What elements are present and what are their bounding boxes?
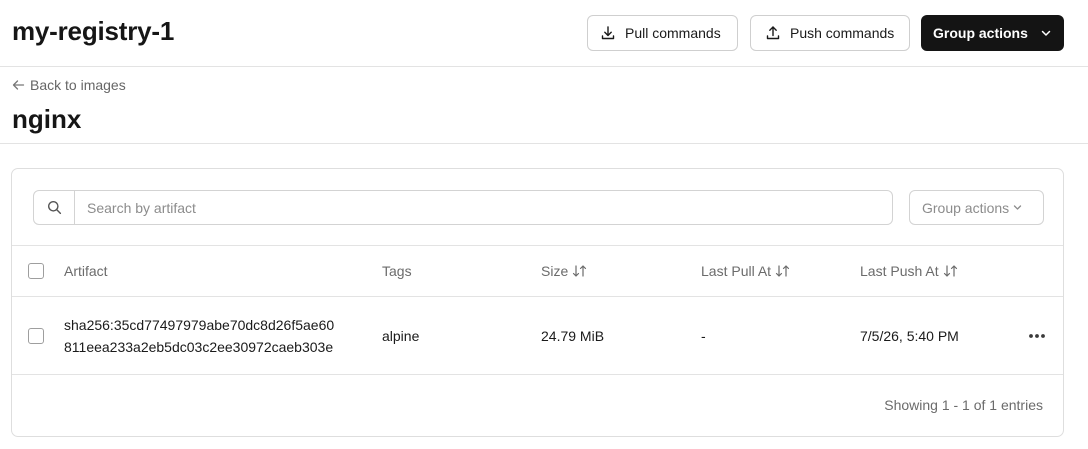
table-header: Artifact Tags Size Last Pull At Last Pus…	[12, 245, 1063, 297]
artifacts-card: Group actions Artifact Tags Size Last Pu…	[11, 168, 1064, 437]
back-to-images-link[interactable]: Back to images	[12, 77, 126, 93]
image-title: nginx	[12, 104, 82, 134]
back-link-label: Back to images	[30, 77, 126, 93]
sort-icon	[942, 264, 959, 278]
row-select-cell	[28, 297, 44, 374]
pull-commands-label: Pull commands	[625, 25, 721, 41]
more-horizontal-icon	[1028, 333, 1046, 339]
artifact-digest-line-2: 811eea233a2eb5dc03c2ee30972caeb303e	[64, 338, 334, 355]
select-all-cell	[28, 246, 44, 296]
arrow-left-icon	[12, 79, 25, 91]
row-checkbox[interactable]	[28, 327, 44, 344]
push-commands-button[interactable]: Push commands	[750, 15, 910, 51]
pull-commands-button[interactable]: Pull commands	[587, 15, 738, 51]
column-header-tags: Tags	[382, 263, 412, 279]
artifact-digest-line-1: sha256:35cd77497979abe70dc8d26f5ae60	[64, 316, 335, 333]
artifact-digest[interactable]: sha256:35cd77497979abe70dc8d26f5ae60 811…	[64, 314, 334, 358]
upload-icon	[765, 25, 781, 41]
column-header-last-pull-label: Last Pull At	[701, 263, 772, 279]
search-icon	[34, 191, 75, 224]
sort-icon	[571, 264, 588, 278]
header-divider	[0, 143, 1088, 144]
chevron-down-icon	[1040, 27, 1052, 39]
size-cell: 24.79 MiB	[541, 327, 605, 344]
last-push-cell: 7/5/26, 5:40 PM	[860, 327, 959, 344]
search-input[interactable]	[75, 191, 892, 224]
sort-icon	[774, 264, 791, 278]
artifact-cell: sha256:35cd77497979abe70dc8d26f5ae60 811…	[64, 297, 334, 374]
column-header-size[interactable]: Size	[541, 246, 588, 296]
column-header-size-label: Size	[541, 263, 569, 279]
column-header-last-push-label: Last Push At	[860, 263, 939, 279]
page-header: my-registry-1 Pull commands Push command…	[0, 0, 1088, 67]
column-header-artifact: Artifact	[64, 263, 108, 279]
column-header-last-push-at[interactable]: Last Push At	[860, 246, 959, 296]
group-actions-label: Group actions	[933, 25, 1028, 41]
tags-cell: alpine	[382, 327, 420, 344]
last-pull-cell: -	[701, 327, 706, 344]
group-actions-dropdown[interactable]: Group actions	[909, 190, 1044, 225]
pagination-summary: Showing 1 - 1 of 1 entries	[884, 397, 1043, 413]
column-header-last-pull-at[interactable]: Last Pull At	[701, 246, 791, 296]
registry-title: my-registry-1	[12, 16, 175, 46]
group-actions-dropdown-label: Group actions	[922, 199, 1010, 216]
download-icon	[600, 25, 616, 41]
table-row: sha256:35cd77497979abe70dc8d26f5ae60 811…	[12, 297, 1063, 375]
group-actions-button[interactable]: Group actions	[921, 15, 1064, 51]
push-commands-label: Push commands	[790, 25, 895, 41]
chevron-down-icon	[1012, 202, 1023, 213]
select-all-checkbox[interactable]	[28, 263, 44, 279]
row-actions-button[interactable]	[1028, 297, 1046, 374]
search-box	[33, 190, 893, 225]
